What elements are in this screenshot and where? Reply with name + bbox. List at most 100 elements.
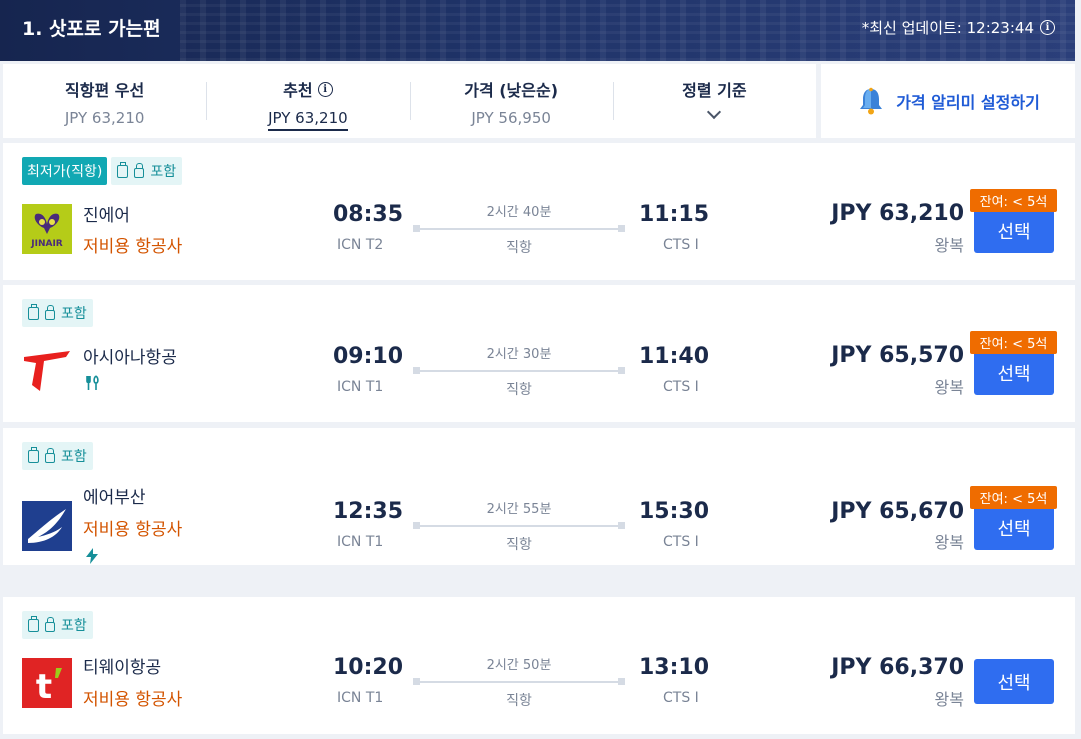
lcc-label: 저비용 항공사 bbox=[83, 520, 183, 540]
departure-airport: ICN T1 bbox=[337, 690, 384, 706]
tab-label: 정렬 기준 bbox=[682, 81, 747, 100]
jinair-wordmark: JINAIR bbox=[30, 239, 63, 249]
trip-type: 왕복 bbox=[934, 533, 964, 552]
tag-group: 포함 bbox=[22, 442, 93, 470]
checked-bag-icon bbox=[45, 447, 55, 463]
arrival-airport: CTS I bbox=[663, 534, 699, 550]
tag-group: 포함 bbox=[22, 611, 93, 639]
route-line bbox=[413, 678, 625, 685]
header-banner: 1. 삿포로 가는편 *최신 업데이트: 12:23:44 i bbox=[0, 0, 1075, 61]
lcc-label: 저비용 항공사 bbox=[83, 237, 183, 257]
departure-airport: ICN T1 bbox=[337, 379, 384, 395]
carry-on-icon bbox=[28, 446, 39, 463]
baggage-tag: 포함 bbox=[22, 611, 93, 639]
carry-on-icon bbox=[28, 303, 39, 320]
baggage-label: 포함 bbox=[61, 449, 87, 465]
direct-label: 직항 bbox=[506, 693, 532, 709]
flight-card[interactable]: 포함 t 티웨이항공 저비용 항공사 10:20 ICN T1 2시간 50분 … bbox=[3, 597, 1075, 734]
tab-price: JPY 63,210 bbox=[64, 109, 145, 127]
sort-tabs: 직항편 우선 JPY 63,210 추천 i JPY 63,210 가격 (낮은… bbox=[3, 64, 816, 138]
carry-on-icon bbox=[117, 161, 129, 178]
tab-label: 직항편 우선 bbox=[65, 81, 145, 100]
tag-group: 최저가(직항) 포함 bbox=[22, 157, 183, 185]
tway-logo: t bbox=[22, 658, 72, 708]
price: JPY 65,670 bbox=[831, 499, 964, 524]
seats-left-badge: 잔여: < 5석 bbox=[970, 189, 1057, 212]
chevron-down-icon bbox=[707, 104, 722, 120]
update-info: *최신 업데이트: 12:23:44 i bbox=[862, 17, 1055, 38]
tab-recommended[interactable]: 추천 i JPY 63,210 bbox=[206, 64, 409, 138]
trip-type: 왕복 bbox=[934, 690, 964, 709]
price: JPY 66,370 bbox=[831, 655, 964, 680]
baggage-tag: 포함 bbox=[22, 442, 93, 470]
power-icon bbox=[85, 548, 99, 568]
flight-card[interactable]: 포함 에어부산 저비용 항공사 12:35 ICN T1 2시간 55분 직항 … bbox=[3, 428, 1075, 565]
tab-direct-first[interactable]: 직항편 우선 JPY 63,210 bbox=[3, 64, 206, 138]
price: JPY 65,570 bbox=[831, 343, 964, 368]
flight-card[interactable]: 최저가(직항) 포함 JINAIR 진에어 저비용 항공사 08:35 ICN … bbox=[3, 143, 1075, 280]
tab-price-low[interactable]: 가격 (낮은순) JPY 56,950 bbox=[409, 64, 613, 138]
flight-duration: 2시간 50분 bbox=[486, 658, 552, 673]
arrival-airport: CTS I bbox=[663, 379, 699, 395]
arrival-time: 11:15 bbox=[639, 202, 710, 227]
page-title: 1. 삿포로 가는편 bbox=[22, 18, 161, 40]
info-icon[interactable]: i bbox=[1040, 20, 1055, 35]
baggage-tag: 포함 bbox=[22, 299, 93, 327]
lowest-direct-tag: 최저가(직항) bbox=[22, 157, 108, 185]
baggage-label: 포함 bbox=[61, 306, 87, 322]
jinair-logo: JINAIR bbox=[22, 204, 72, 254]
departure-airport: ICN T2 bbox=[337, 237, 384, 253]
flight-duration: 2시간 55분 bbox=[486, 502, 552, 517]
checked-bag-icon bbox=[45, 304, 55, 320]
flight-duration: 2시간 40분 bbox=[486, 205, 552, 220]
airline-name: 아시아나항공 bbox=[83, 348, 177, 368]
flight-duration: 2시간 30분 bbox=[486, 347, 552, 362]
departure-time: 09:10 bbox=[333, 344, 404, 369]
select-button[interactable]: 선택 bbox=[974, 208, 1054, 253]
departure-time: 12:35 bbox=[333, 499, 404, 524]
arrival-time: 11:40 bbox=[639, 344, 710, 369]
flight-card[interactable]: 포함 아시아나항공 09:10 ICN T1 2시간 30분 직항 11:40 … bbox=[3, 285, 1075, 422]
arrival-time: 15:30 bbox=[639, 499, 710, 524]
seats-left-badge: 잔여: < 5석 bbox=[970, 331, 1057, 354]
bell-icon bbox=[860, 87, 883, 115]
tab-label: 추천 bbox=[283, 81, 313, 100]
direct-label: 직항 bbox=[506, 240, 532, 256]
baggage-label: 포함 bbox=[150, 164, 177, 180]
meal-icon bbox=[85, 375, 101, 395]
update-label: *최신 업데이트: 12:23:44 bbox=[861, 19, 1034, 37]
arrival-airport: CTS I bbox=[663, 237, 699, 253]
route-line bbox=[413, 225, 625, 232]
airbusan-logo bbox=[22, 501, 72, 551]
route-line bbox=[413, 367, 625, 374]
price: JPY 63,210 bbox=[831, 201, 964, 226]
arrival-airport: CTS I bbox=[663, 690, 699, 706]
tab-label: 가격 (낮은순) bbox=[464, 81, 559, 100]
tab-sort-by[interactable]: 정렬 기준 bbox=[612, 64, 816, 138]
arrival-time: 13:10 bbox=[639, 655, 710, 680]
departure-airport: ICN T1 bbox=[337, 534, 384, 550]
lcc-label: 저비용 항공사 bbox=[83, 690, 183, 710]
tab-label-wrap: 추천 i bbox=[206, 77, 409, 101]
trip-type: 왕복 bbox=[934, 378, 964, 397]
direct-label: 직항 bbox=[506, 537, 532, 553]
route-line bbox=[413, 522, 625, 529]
price-alert-button[interactable]: 가격 알리미 설정하기 bbox=[821, 64, 1075, 138]
price-alert-label: 가격 알리미 설정하기 bbox=[896, 93, 1040, 112]
select-button[interactable]: 선택 bbox=[974, 659, 1054, 704]
baggage-label: 포함 bbox=[61, 618, 87, 634]
select-button[interactable]: 선택 bbox=[974, 350, 1054, 395]
direct-label: 직항 bbox=[506, 382, 532, 398]
select-button[interactable]: 선택 bbox=[974, 505, 1054, 550]
checked-bag-icon bbox=[45, 616, 55, 632]
departure-time: 10:20 bbox=[333, 655, 404, 680]
asiana-logo bbox=[24, 351, 70, 391]
tab-price: JPY 63,210 bbox=[268, 109, 348, 131]
trip-type: 왕복 bbox=[934, 236, 964, 255]
tag-group: 포함 bbox=[22, 299, 93, 327]
seats-left-badge: 잔여: < 5석 bbox=[970, 486, 1057, 509]
info-icon[interactable]: i bbox=[317, 81, 333, 97]
tway-wordmark: t bbox=[36, 667, 52, 707]
carry-on-icon bbox=[28, 615, 39, 632]
checked-bag-icon bbox=[134, 162, 145, 178]
